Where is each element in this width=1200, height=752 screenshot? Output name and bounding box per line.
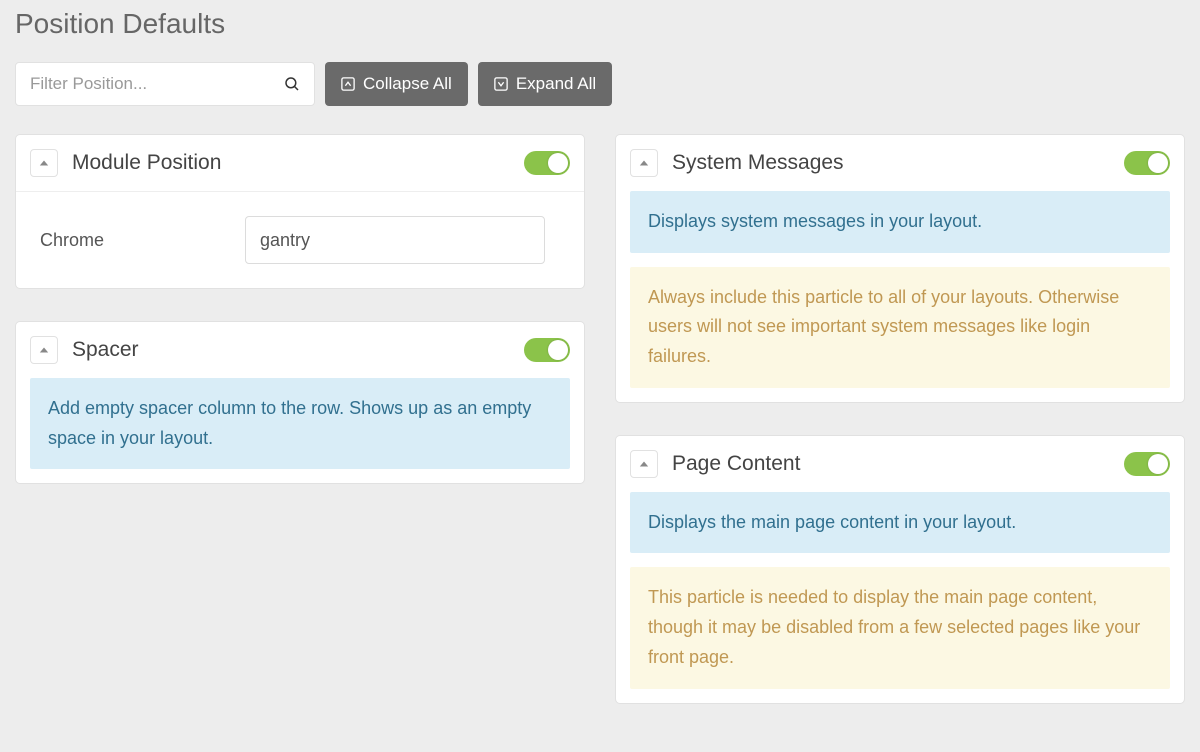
collapse-all-label: Collapse All	[363, 74, 452, 94]
card-collapse-button[interactable]	[30, 149, 58, 177]
filter-wrap	[15, 62, 315, 106]
info-note: Add empty spacer column to the row. Show…	[30, 378, 570, 469]
card-title: Module Position	[72, 151, 510, 175]
card-system-messages: System Messages Displays system messages…	[615, 134, 1185, 403]
info-note: Displays system messages in your layout.	[630, 191, 1170, 253]
warning-note: Always include this particle to all of y…	[630, 267, 1170, 388]
card-title: System Messages	[672, 151, 1110, 175]
enable-toggle[interactable]	[524, 338, 570, 362]
card-title: Spacer	[72, 338, 510, 362]
enable-toggle[interactable]	[1124, 151, 1170, 175]
card-page-content: Page Content Displays the main page cont…	[615, 435, 1185, 704]
toolbar: Collapse All Expand All	[0, 62, 1200, 106]
info-note: Displays the main page content in your l…	[630, 492, 1170, 554]
filter-input[interactable]	[15, 62, 315, 106]
chevron-up-icon	[639, 158, 649, 168]
collapse-all-button[interactable]: Collapse All	[325, 62, 468, 106]
page-title: Position Defaults	[15, 8, 1200, 40]
enable-toggle[interactable]	[524, 151, 570, 175]
collapse-icon	[341, 77, 355, 91]
card-spacer: Spacer Add empty spacer column to the ro…	[15, 321, 585, 484]
card-collapse-button[interactable]	[630, 450, 658, 478]
card-module-position: Module Position Chrome	[15, 134, 585, 289]
enable-toggle[interactable]	[1124, 452, 1170, 476]
expand-all-button[interactable]: Expand All	[478, 62, 612, 106]
warning-note: This particle is needed to display the m…	[630, 567, 1170, 688]
chevron-up-icon	[39, 345, 49, 355]
chevron-up-icon	[639, 459, 649, 469]
card-title: Page Content	[672, 452, 1110, 476]
card-collapse-button[interactable]	[30, 336, 58, 364]
expand-all-label: Expand All	[516, 74, 596, 94]
field-label: Chrome	[30, 230, 245, 251]
expand-icon	[494, 77, 508, 91]
chrome-input[interactable]	[245, 216, 545, 264]
chevron-up-icon	[39, 158, 49, 168]
card-collapse-button[interactable]	[630, 149, 658, 177]
field-chrome: Chrome	[30, 192, 570, 274]
